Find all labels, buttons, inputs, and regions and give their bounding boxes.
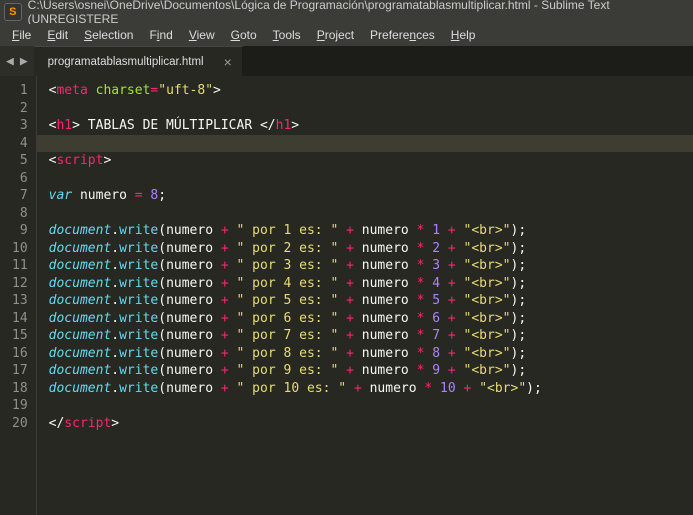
line-number: 17 [12, 362, 28, 380]
line-number: 3 [12, 117, 28, 135]
menu-item-view[interactable]: View [181, 26, 223, 44]
title-bar: S C:\Users\osnei\OneDrive\Documentos\Lóg… [0, 0, 693, 24]
code-line [49, 135, 693, 153]
line-number: 10 [12, 240, 28, 258]
code-line: document.write(numero + " por 6 es: " + … [49, 310, 693, 328]
nav-back-icon[interactable]: ◀ [6, 54, 14, 69]
nav-arrows: ◀ ▶ [0, 46, 34, 76]
code-line [49, 100, 693, 118]
menu-item-tools[interactable]: Tools [265, 26, 309, 44]
app-icon: S [4, 3, 22, 21]
code-line: document.write(numero + " por 5 es: " + … [49, 292, 693, 310]
editor: 1234567891011121314151617181920 <meta ch… [0, 76, 693, 515]
code-line: document.write(numero + " por 2 es: " + … [49, 240, 693, 258]
code-line [49, 170, 693, 188]
menu-bar: FileEditSelectionFindViewGotoToolsProjec… [0, 24, 693, 46]
code-line: document.write(numero + " por 3 es: " + … [49, 257, 693, 275]
line-number: 13 [12, 292, 28, 310]
line-number: 1 [12, 82, 28, 100]
code-line: document.write(numero + " por 10 es: " +… [49, 380, 693, 398]
nav-forward-icon[interactable]: ▶ [20, 54, 28, 69]
line-number: 12 [12, 275, 28, 293]
line-number: 5 [12, 152, 28, 170]
code-area[interactable]: <meta charset="uft-8"> <h1> TABLAS DE MÚL… [37, 76, 693, 515]
line-number: 19 [12, 397, 28, 415]
line-number: 7 [12, 187, 28, 205]
code-line: </script> [49, 415, 693, 433]
menu-item-project[interactable]: Project [309, 26, 362, 44]
line-number: 20 [12, 415, 28, 433]
code-line: <script> [49, 152, 693, 170]
line-number: 2 [12, 100, 28, 118]
menu-item-find[interactable]: Find [141, 26, 180, 44]
menu-item-selection[interactable]: Selection [76, 26, 141, 44]
code-line: document.write(numero + " por 8 es: " + … [49, 345, 693, 363]
line-number: 16 [12, 345, 28, 363]
tab-row: ◀ ▶ programatablasmultiplicar.html × [0, 46, 693, 76]
code-line: <meta charset="uft-8"> [49, 82, 693, 100]
line-number: 9 [12, 222, 28, 240]
code-line: <h1> TABLAS DE MÚLTIPLICAR </h1> [49, 117, 693, 135]
gutter: 1234567891011121314151617181920 [0, 76, 37, 515]
tab-label: programatablasmultiplicar.html [48, 56, 204, 68]
code-line: document.write(numero + " por 4 es: " + … [49, 275, 693, 293]
close-icon[interactable]: × [224, 55, 232, 69]
tab-active[interactable]: programatablasmultiplicar.html × [34, 46, 243, 76]
line-number: 14 [12, 310, 28, 328]
line-number: 18 [12, 380, 28, 398]
menu-item-help[interactable]: Help [443, 26, 484, 44]
code-line [49, 205, 693, 223]
line-number: 8 [12, 205, 28, 223]
code-line [49, 397, 693, 415]
line-number: 4 [12, 135, 28, 153]
line-number: 6 [12, 170, 28, 188]
line-number: 11 [12, 257, 28, 275]
code-line: document.write(numero + " por 1 es: " + … [49, 222, 693, 240]
code-line: var numero = 8; [49, 187, 693, 205]
line-number: 15 [12, 327, 28, 345]
menu-item-goto[interactable]: Goto [223, 26, 265, 44]
code-line: document.write(numero + " por 9 es: " + … [49, 362, 693, 380]
window-title: C:\Users\osnei\OneDrive\Documentos\Lógic… [28, 0, 689, 26]
code-line: document.write(numero + " por 7 es: " + … [49, 327, 693, 345]
menu-item-preferences[interactable]: Preferences [362, 26, 443, 44]
menu-item-edit[interactable]: Edit [39, 26, 76, 44]
menu-item-file[interactable]: File [4, 26, 39, 44]
